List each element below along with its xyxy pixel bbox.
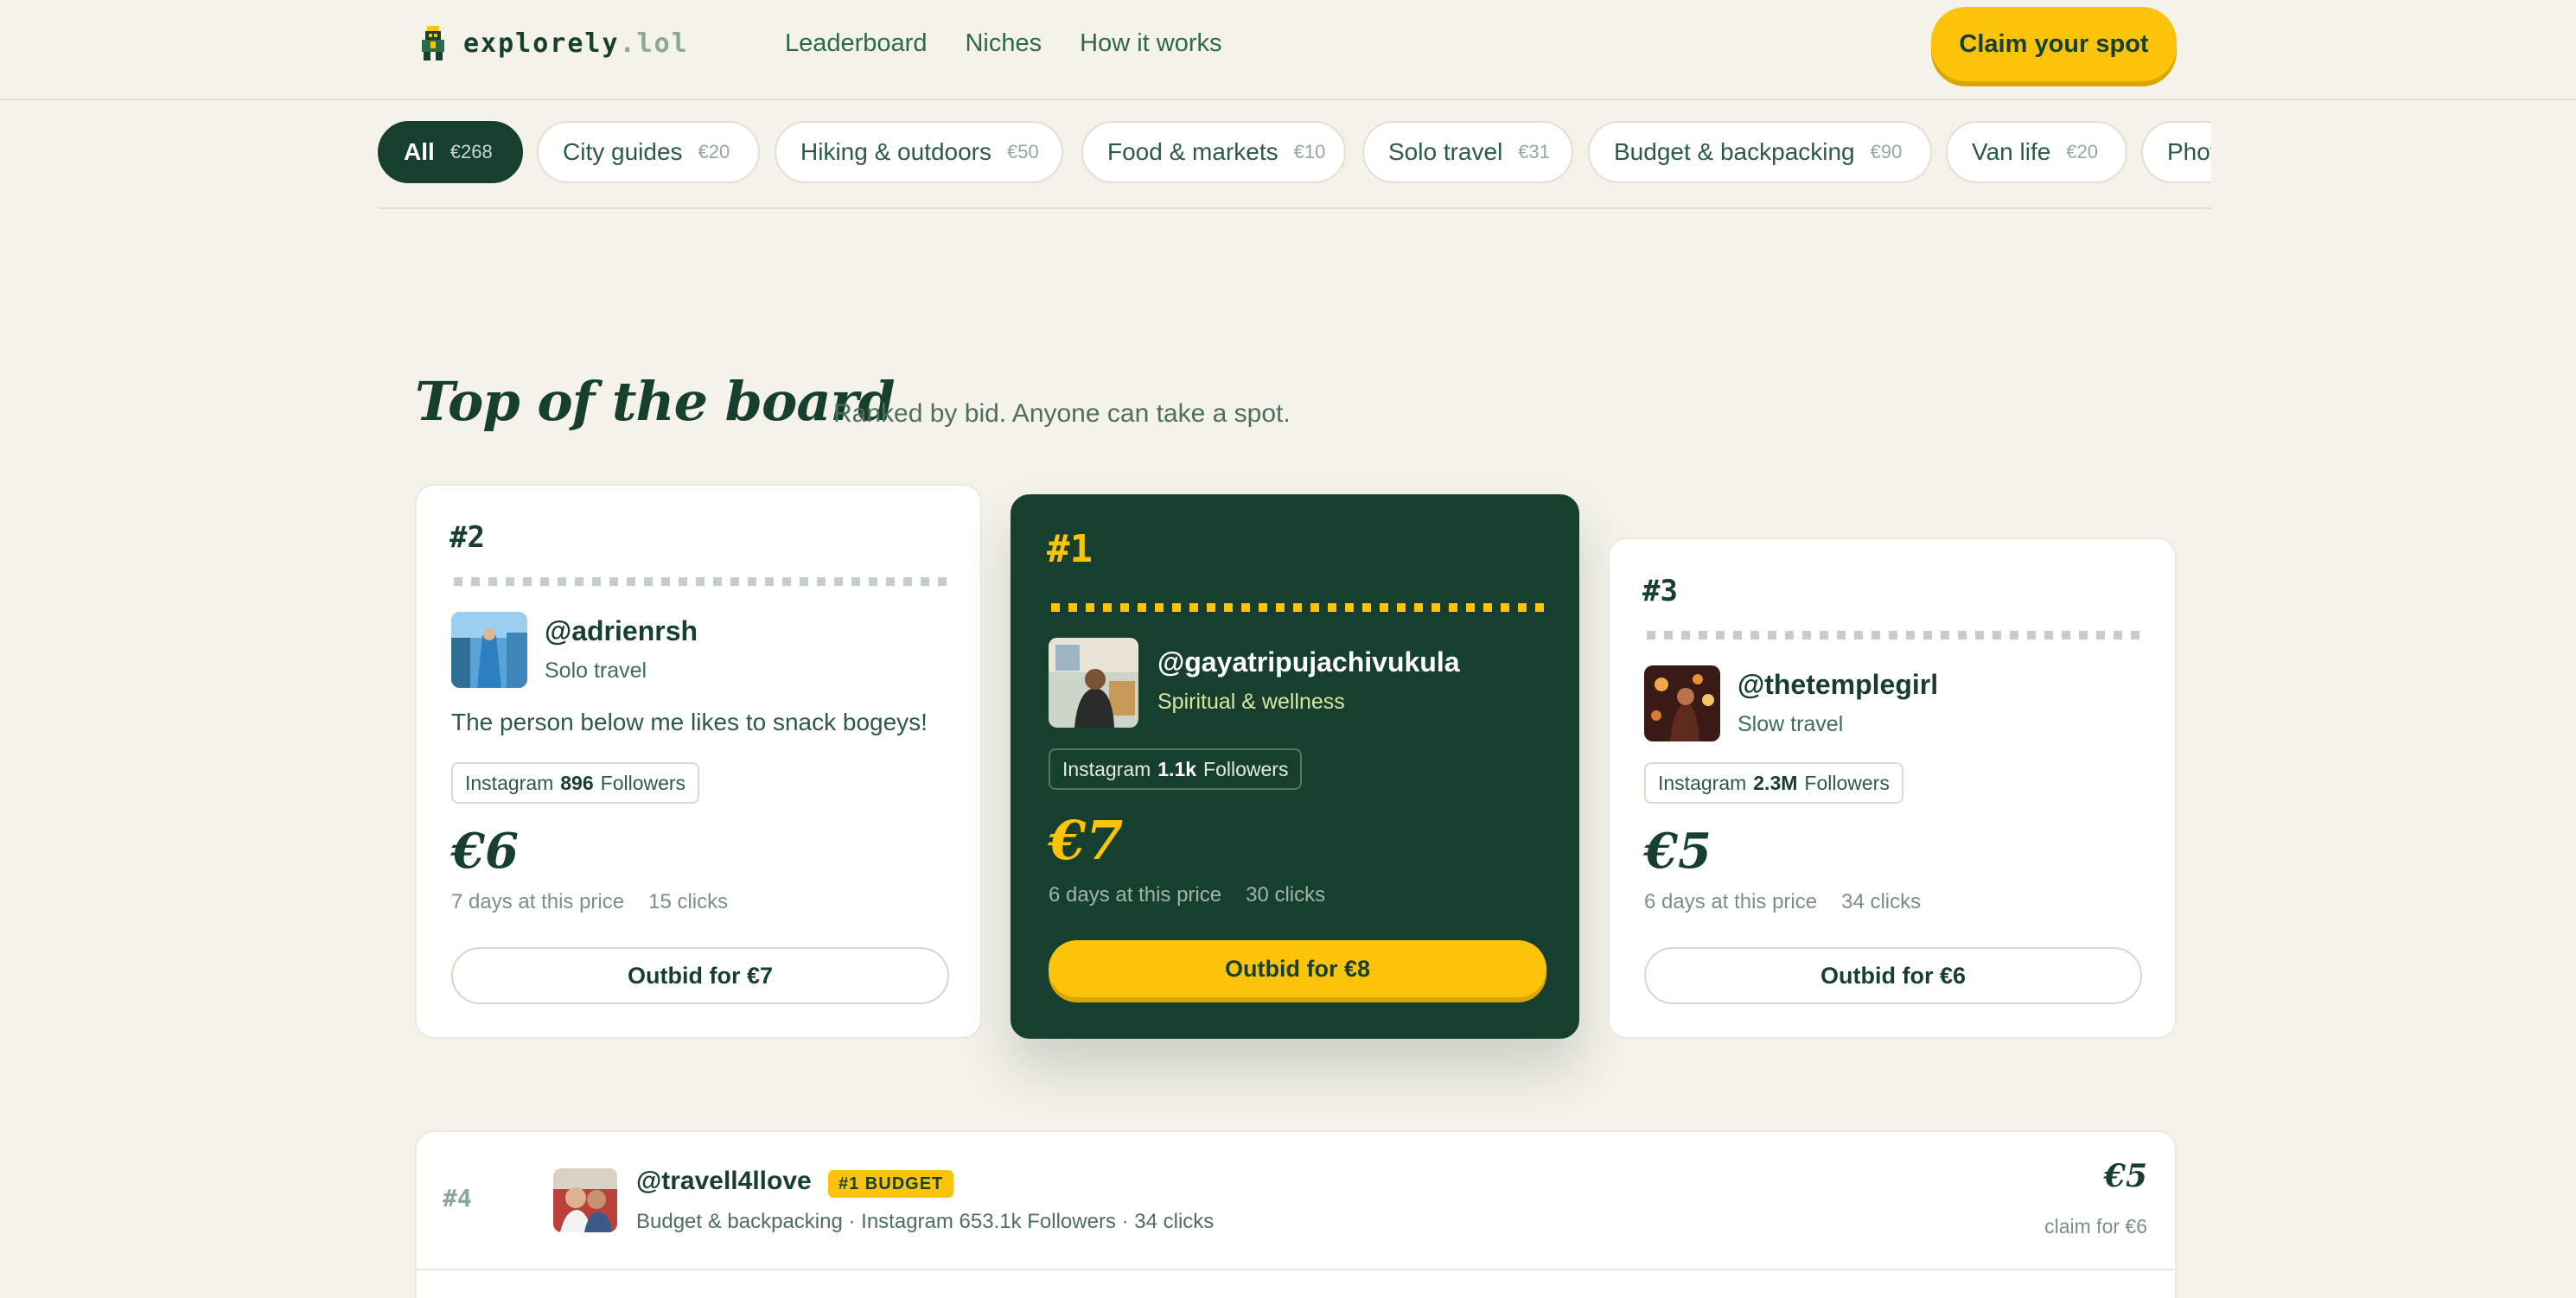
claim-spot-button[interactable]: Claim your spot [1931, 7, 2177, 81]
avatar[interactable] [1644, 665, 1720, 741]
podium-card-rank-1: #1 @gayatripujachivukula Spiritual & wel… [1011, 494, 1579, 1039]
brand-name: explorely.lol [463, 28, 689, 59]
divider [417, 1269, 2175, 1270]
avatar[interactable] [553, 1168, 617, 1232]
explorer-logo-icon [420, 26, 446, 60]
outbid-button[interactable]: Outbid for €6 [1644, 947, 2142, 1004]
bid-price: €5 [1644, 823, 1712, 880]
filter-chip-food-markets[interactable]: Food & markets €10 [1081, 121, 1346, 183]
nav-links: Leaderboard Niches How it works [785, 24, 1222, 62]
podium-card-rank-3: #3 @thetemplegirl Slow travel Instagram 2… [1608, 538, 2177, 1039]
days-at-price: 6 days at this price [1644, 890, 1818, 913]
bid-meta: 6 days at this price 30 clicks [1049, 883, 1325, 907]
avatar[interactable] [1049, 638, 1138, 728]
row-rank: #4 [443, 1184, 472, 1212]
click-count: 34 clicks [1841, 890, 1922, 913]
section-subtitle: Ranked by bid. Anyone can take a spot. [833, 399, 1291, 428]
top-nav: explorely.lol Leaderboard Niches How it … [0, 0, 2576, 100]
follower-stat-pill: Instagram 1.1k Followers [1049, 748, 1303, 790]
bid-price: €7 [1049, 809, 1124, 872]
dotted-divider [1647, 631, 2144, 639]
bid-price: €5 [2103, 1158, 2147, 1194]
creator-handle[interactable]: @thetemplegirl [1738, 669, 1938, 701]
filter-chip-hiking-outdoors[interactable]: Hiking & outdoors €50 [775, 121, 1063, 183]
follower-stat-pill: Instagram 896 Followers [451, 762, 700, 804]
bid-price: €6 [451, 823, 519, 880]
brand-tld: .lol [619, 28, 689, 59]
creator-niche: Solo travel [545, 659, 647, 683]
podium-card-rank-2: #2 @adrienrsh Solo travel The person bel… [415, 484, 982, 1039]
follower-stat-pill: Instagram 2.3M Followers [1644, 762, 1903, 804]
days-at-price: 6 days at this price [1049, 883, 1222, 907]
nav-how-it-works-link[interactable]: How it works [1080, 29, 1221, 58]
creator-handle[interactable]: @gayatripujachivukula [1157, 646, 1460, 678]
creator-niche: Spiritual & wellness [1157, 690, 1345, 714]
rank-label: #3 [1642, 574, 1678, 608]
creator-handle[interactable]: @travell4llove [636, 1167, 812, 1196]
bid-meta: 7 days at this price 15 clicks [451, 890, 728, 914]
leaderboard-row[interactable]: #4 @travell4llove #1 BUDGET Budget & bac… [415, 1130, 2177, 1298]
filter-chip-city-guides[interactable]: City guides €20 [537, 121, 760, 183]
nav-leaderboard-link[interactable]: Leaderboard [785, 29, 927, 58]
brand[interactable]: explorely.lol [420, 24, 689, 62]
days-at-price: 7 days at this price [451, 890, 625, 913]
rank-label: #2 [450, 520, 485, 555]
filter-chip-van-life[interactable]: Van life €20 [1946, 121, 2127, 183]
dotted-divider [1051, 603, 1548, 612]
creator-handle[interactable]: @adrienrsh [545, 615, 698, 647]
filter-chip-all[interactable]: All €268 [378, 121, 523, 183]
section-title: Top of the board [415, 370, 896, 433]
filter-chip-budget-backpacking[interactable]: Budget & backpacking €90 [1588, 121, 1932, 183]
creator-quote: The person below me likes to snack bogey… [451, 709, 928, 735]
filter-chip-photography[interactable]: Phot [2141, 121, 2211, 183]
dotted-divider [454, 577, 951, 586]
creator-niche: Slow travel [1738, 712, 1844, 736]
click-count: 30 clicks [1246, 883, 1326, 907]
niche-filter-bar: All €268 City guides €20 Hiking & outdoors… [378, 119, 2211, 194]
bid-meta: 6 days at this price 34 clicks [1644, 890, 1921, 914]
divider [378, 207, 2211, 209]
avatar[interactable] [451, 612, 527, 688]
click-count: 15 clicks [648, 890, 729, 913]
outbid-button[interactable]: Outbid for €8 [1049, 940, 1546, 997]
row-info: Budget & backpacking · Instagram 653.1k … [636, 1210, 1215, 1233]
nav-niches-link[interactable]: Niches [965, 29, 1042, 58]
niche-rank-badge: #1 BUDGET [828, 1170, 954, 1198]
rank-label: #1 [1047, 527, 1093, 571]
filter-chip-solo-travel[interactable]: Solo travel €31 [1362, 121, 1573, 183]
claim-link[interactable]: claim for €6 [2044, 1215, 2147, 1238]
outbid-button[interactable]: Outbid for €7 [451, 947, 949, 1004]
